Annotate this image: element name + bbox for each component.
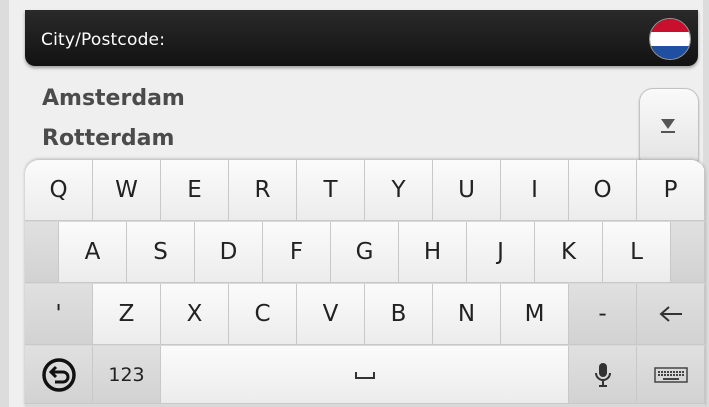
keyboard-spacer [671,222,705,283]
key-w[interactable]: W [93,160,161,221]
numbers-key[interactable]: 123 [93,346,161,404]
keyboard-row-3: ' Z X C V B N M - [25,284,705,345]
netherlands-flag-icon[interactable] [649,18,691,60]
keyboard-icon [653,366,688,383]
key-v[interactable]: V [297,284,365,345]
key-z[interactable]: Z [93,284,161,345]
keyboard-row-2: A S D F G H J K L [25,222,705,283]
key-k[interactable]: K [535,222,603,283]
key-r[interactable]: R [229,160,297,221]
scroll-down-icon [661,119,675,129]
key-g[interactable]: G [331,222,399,283]
key-o[interactable]: O [569,160,637,221]
key-n[interactable]: N [433,284,501,345]
backspace-arrow-icon [658,306,682,322]
hide-keyboard-button[interactable] [637,346,705,404]
key-y[interactable]: Y [365,160,433,221]
search-header[interactable]: City/Postcode: [25,10,698,66]
keyboard-row-1: Q W E R T Y U I O P [25,160,705,221]
on-screen-keyboard: Q W E R T Y U I O P A S D F G H J K L ' … [25,160,705,407]
scroll-down-button[interactable] [639,88,699,170]
key-b[interactable]: B [365,284,433,345]
key-a[interactable]: A [59,222,127,283]
key-h[interactable]: H [399,222,467,283]
back-icon [41,357,76,392]
key-f[interactable]: F [263,222,331,283]
result-item[interactable]: Amsterdam [42,83,185,123]
back-button[interactable] [25,346,93,404]
key-u[interactable]: U [433,160,501,221]
microphone-icon [594,362,611,387]
space-bar-icon [354,371,375,379]
key-s[interactable]: S [127,222,195,283]
results-list: Amsterdam Rotterdam [42,83,185,163]
city-postcode-label: City/Postcode: [41,30,166,50]
key-p[interactable]: P [637,160,705,221]
key-t[interactable]: T [297,160,365,221]
key-q[interactable]: Q [25,160,93,221]
keyboard-spacer [25,222,59,283]
key-m[interactable]: M [501,284,569,345]
key-hyphen[interactable]: - [569,284,637,345]
key-x[interactable]: X [161,284,229,345]
key-c[interactable]: C [229,284,297,345]
key-i[interactable]: I [501,160,569,221]
key-l[interactable]: L [603,222,671,283]
key-apostrophe[interactable]: ' [25,284,93,345]
key-d[interactable]: D [195,222,263,283]
space-key[interactable] [161,346,569,404]
result-item[interactable]: Rotterdam [42,123,185,163]
backspace-key[interactable] [637,284,705,345]
microphone-button[interactable] [569,346,637,404]
key-e[interactable]: E [161,160,229,221]
keyboard-row-4: 123 [25,346,705,407]
key-j[interactable]: J [467,222,535,283]
